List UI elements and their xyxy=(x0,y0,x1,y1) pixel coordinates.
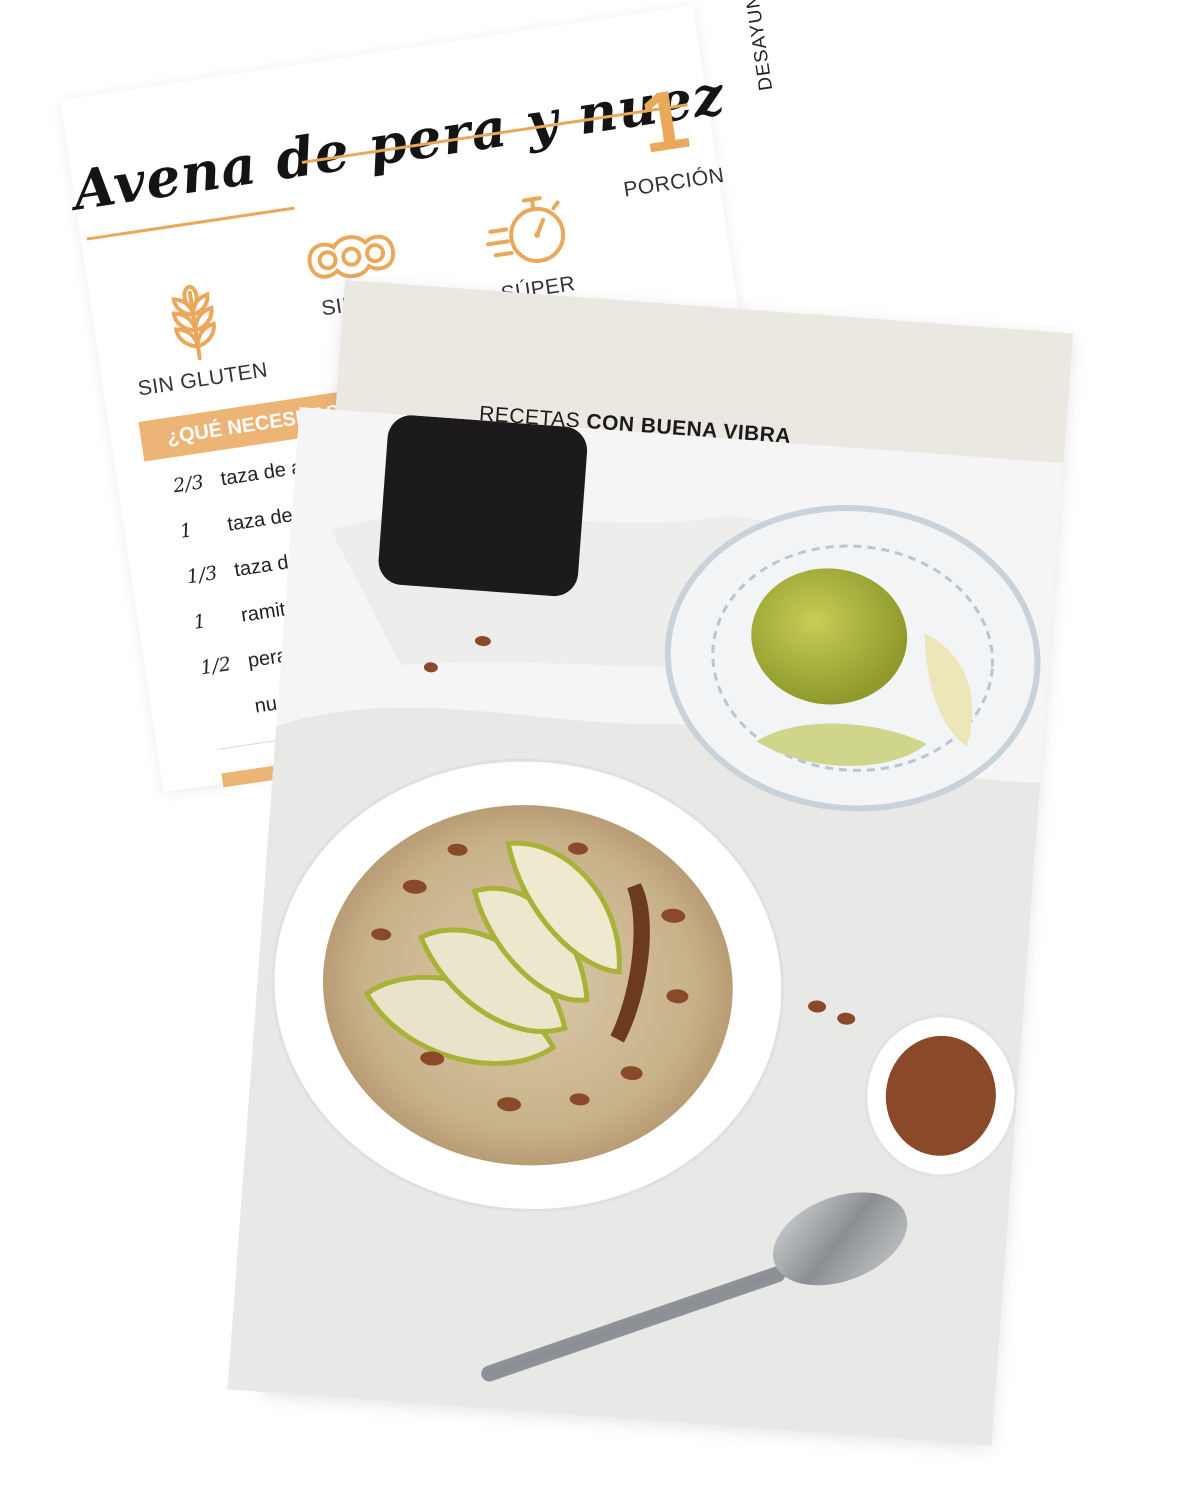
badge-porcion: 1 PORCIÓN xyxy=(599,67,735,203)
stage: Avena de pera y nuez SIN GLUTEN SÚPER 1 … xyxy=(0,0,1190,1511)
ingredient-qty: 2/3 xyxy=(171,471,206,498)
stopwatch-icon xyxy=(486,196,566,263)
badge-label: SIN GLUTEN xyxy=(136,358,270,401)
section-page-label: DESAYUNOS I PAG. 47 xyxy=(723,0,778,92)
ingredient-text: nu xyxy=(253,692,279,718)
ingredient-qty xyxy=(208,713,255,720)
photo-illustration xyxy=(227,407,1064,1446)
badge-sin-gluten: SIN GLUTEN xyxy=(109,271,284,403)
porcion-number: 1 xyxy=(634,70,695,171)
wheat-icon xyxy=(171,284,216,361)
oatmeal-bowl-photo xyxy=(227,407,1064,1446)
cover-page: RECETAS CON BUENA VIBRA xyxy=(227,280,1074,1446)
